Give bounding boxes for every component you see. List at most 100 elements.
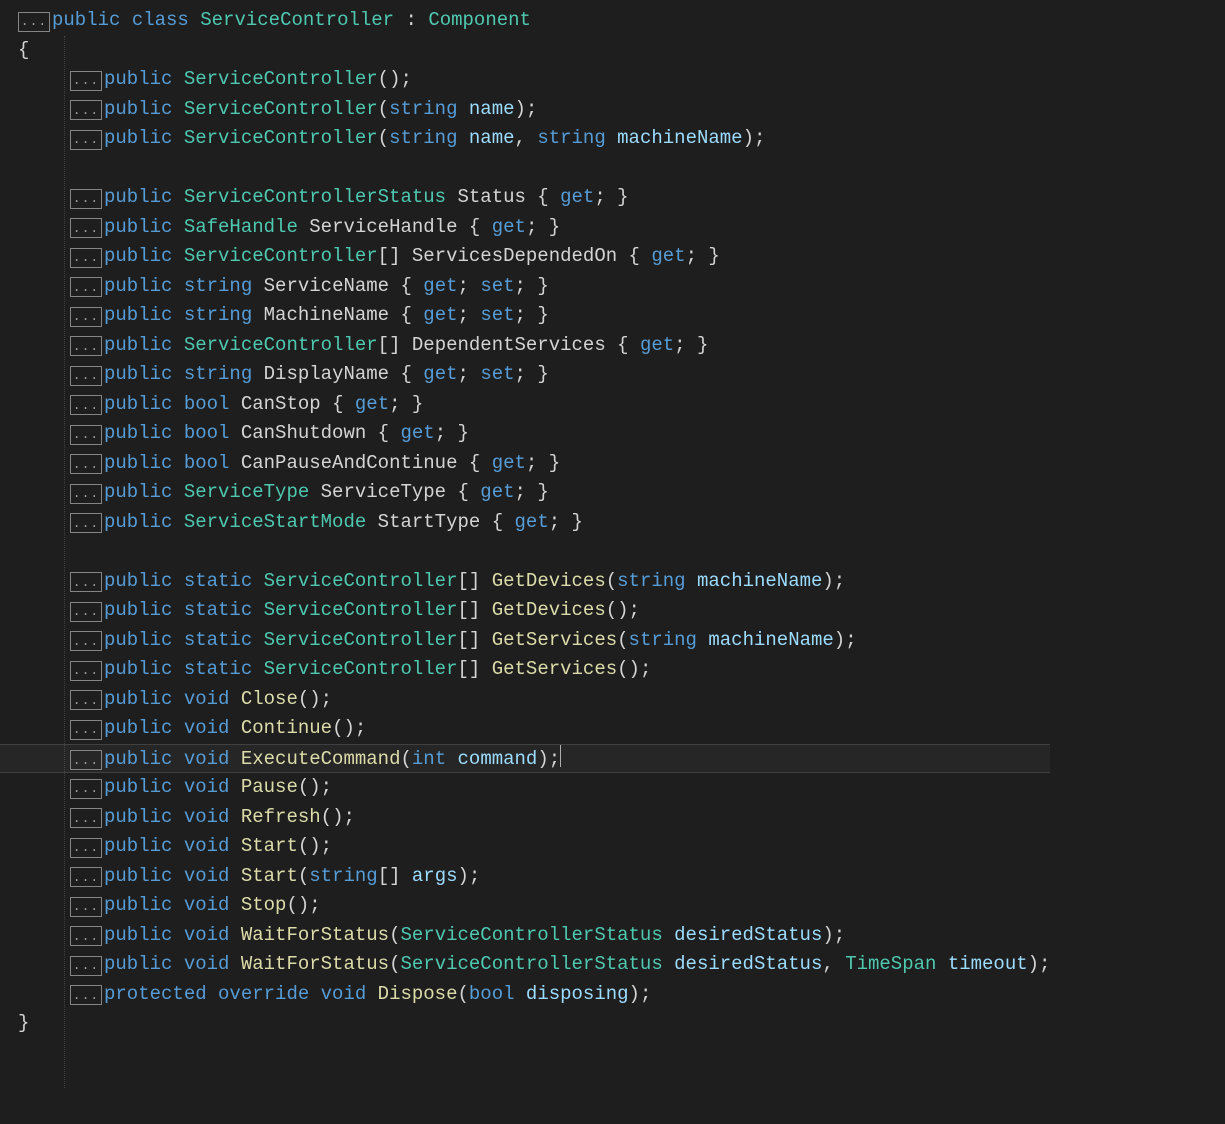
fold-toggle-icon[interactable]: ... xyxy=(70,307,102,327)
fold-toggle-icon[interactable]: ... xyxy=(70,985,102,1005)
code-line[interactable]: ...public void Stop(); xyxy=(0,891,1050,921)
code-line[interactable]: } xyxy=(0,1009,1050,1039)
code-text: public void WaitForStatus(ServiceControl… xyxy=(104,921,845,951)
code-line[interactable]: ...public static ServiceController[] Get… xyxy=(0,596,1050,626)
code-line[interactable]: ...public ServiceController[] ServicesDe… xyxy=(0,242,1050,272)
fold-toggle-icon[interactable]: ... xyxy=(70,395,102,415)
fold-toggle-icon[interactable]: ... xyxy=(70,130,102,150)
fold-toggle-icon[interactable]: ... xyxy=(70,248,102,268)
code-line[interactable]: { xyxy=(0,36,1050,66)
code-text: public static ServiceController[] GetSer… xyxy=(104,626,857,656)
code-text: public void Pause(); xyxy=(104,773,332,803)
brace: { xyxy=(18,36,29,66)
code-text: public bool CanPauseAndContinue { get; } xyxy=(104,449,560,479)
code-text: public void Start(string[] args); xyxy=(104,862,480,892)
fold-toggle-icon[interactable]: ... xyxy=(70,867,102,887)
fold-toggle-icon[interactable]: ... xyxy=(70,631,102,651)
fold-toggle-icon[interactable]: ... xyxy=(70,572,102,592)
fold-toggle-icon[interactable]: ... xyxy=(70,277,102,297)
fold-toggle-icon[interactable]: ... xyxy=(70,218,102,238)
fold-toggle-icon[interactable]: ... xyxy=(70,100,102,120)
code-text: public ServiceType ServiceType { get; } xyxy=(104,478,549,508)
code-line[interactable]: ...public void WaitForStatus(ServiceCont… xyxy=(0,921,1050,951)
fold-toggle-icon[interactable]: ... xyxy=(18,12,50,32)
code-text: public string MachineName { get; set; } xyxy=(104,301,549,331)
code-line[interactable]: ...public ServiceType ServiceType { get;… xyxy=(0,478,1050,508)
code-text: protected override void Dispose(bool dis… xyxy=(104,980,651,1010)
fold-toggle-icon[interactable]: ... xyxy=(70,661,102,681)
code-text: public string ServiceName { get; set; } xyxy=(104,272,549,302)
fold-toggle-icon[interactable]: ... xyxy=(70,189,102,209)
code-line[interactable]: ...public void Close(); xyxy=(0,685,1050,715)
fold-toggle-icon[interactable]: ... xyxy=(70,956,102,976)
code-line[interactable]: ...public SafeHandle ServiceHandle { get… xyxy=(0,213,1050,243)
code-line[interactable]: ...public void Start(string[] args); xyxy=(0,862,1050,892)
fold-toggle-icon[interactable]: ... xyxy=(70,690,102,710)
code-text: public SafeHandle ServiceHandle { get; } xyxy=(104,213,560,243)
fold-toggle-icon[interactable]: ... xyxy=(70,602,102,622)
code-line[interactable]: ...public bool CanStop { get; } xyxy=(0,390,1050,420)
code-text: public ServiceController[] ServicesDepen… xyxy=(104,242,720,272)
code-line[interactable] xyxy=(0,154,1050,184)
fold-toggle-icon[interactable]: ... xyxy=(70,750,102,770)
code-line[interactable]: ...public string DisplayName { get; set;… xyxy=(0,360,1050,390)
code-line[interactable]: ...public static ServiceController[] Get… xyxy=(0,567,1050,597)
code-line[interactable]: ...public static ServiceController[] Get… xyxy=(0,655,1050,685)
code-text: public ServiceStartMode StartType { get;… xyxy=(104,508,583,538)
code-line[interactable]: ...public void ExecuteCommand(int comman… xyxy=(0,744,1050,774)
code-editor[interactable]: ...public class ServiceController : Comp… xyxy=(0,0,1225,1124)
code-line[interactable]: ...public ServiceController(); xyxy=(0,65,1050,95)
code-text: public ServiceController(); xyxy=(104,65,412,95)
code-text: public class ServiceController : Compone… xyxy=(52,6,531,36)
code-text: public bool CanStop { get; } xyxy=(104,390,423,420)
brace: } xyxy=(18,1009,29,1039)
code-text: public void Close(); xyxy=(104,685,332,715)
text-caret xyxy=(560,745,561,767)
code-text: public static ServiceController[] GetSer… xyxy=(104,655,651,685)
code-line[interactable]: ...public bool CanShutdown { get; } xyxy=(0,419,1050,449)
fold-toggle-icon[interactable]: ... xyxy=(70,808,102,828)
code-line[interactable]: ...public bool CanPauseAndContinue { get… xyxy=(0,449,1050,479)
fold-toggle-icon[interactable]: ... xyxy=(70,513,102,533)
code-text: public void ExecuteCommand(int command); xyxy=(104,745,561,775)
code-line[interactable]: ...public void Refresh(); xyxy=(0,803,1050,833)
fold-toggle-icon[interactable]: ... xyxy=(70,484,102,504)
fold-toggle-icon[interactable]: ... xyxy=(70,720,102,740)
code-line[interactable]: ...protected override void Dispose(bool … xyxy=(0,980,1050,1010)
code-line[interactable]: ...public void Start(); xyxy=(0,832,1050,862)
fold-toggle-icon[interactable]: ... xyxy=(70,336,102,356)
code-text: public ServiceController(string name); xyxy=(104,95,537,125)
code-line[interactable]: ...public static ServiceController[] Get… xyxy=(0,626,1050,656)
code-text: public void Stop(); xyxy=(104,891,321,921)
fold-toggle-icon[interactable]: ... xyxy=(70,779,102,799)
fold-toggle-icon[interactable]: ... xyxy=(70,838,102,858)
fold-toggle-icon[interactable]: ... xyxy=(70,897,102,917)
code-text: public ServiceControllerStatus Status { … xyxy=(104,183,629,213)
code-line[interactable] xyxy=(0,537,1050,567)
code-line[interactable]: ...public void Pause(); xyxy=(0,773,1050,803)
code-line[interactable]: ...public void Continue(); xyxy=(0,714,1050,744)
code-text: public static ServiceController[] GetDev… xyxy=(104,567,845,597)
fold-toggle-icon[interactable]: ... xyxy=(70,454,102,474)
code-text: public static ServiceController[] GetDev… xyxy=(104,596,640,626)
code-text: public string DisplayName { get; set; } xyxy=(104,360,549,390)
code-text: public ServiceController[] DependentServ… xyxy=(104,331,708,361)
code-line[interactable]: ...public string ServiceName { get; set;… xyxy=(0,272,1050,302)
code-line[interactable]: ...public ServiceStartMode StartType { g… xyxy=(0,508,1050,538)
code-line[interactable]: ...public ServiceController[] DependentS… xyxy=(0,331,1050,361)
fold-toggle-icon[interactable]: ... xyxy=(70,926,102,946)
code-text: public void Continue(); xyxy=(104,714,366,744)
code-line[interactable]: ...public class ServiceController : Comp… xyxy=(0,6,1050,36)
fold-toggle-icon[interactable]: ... xyxy=(70,425,102,445)
code-line[interactable]: ...public ServiceControllerStatus Status… xyxy=(0,183,1050,213)
code-text: public ServiceController(string name, st… xyxy=(104,124,765,154)
code-line[interactable]: ...public void WaitForStatus(ServiceCont… xyxy=(0,950,1050,980)
code-block: ...public class ServiceController : Comp… xyxy=(0,6,1050,1039)
code-line[interactable]: ...public ServiceController(string name)… xyxy=(0,95,1050,125)
fold-toggle-icon[interactable]: ... xyxy=(70,71,102,91)
fold-toggle-icon[interactable]: ... xyxy=(70,366,102,386)
code-line[interactable]: ...public string MachineName { get; set;… xyxy=(0,301,1050,331)
code-text: public void Refresh(); xyxy=(104,803,355,833)
code-line[interactable]: ...public ServiceController(string name,… xyxy=(0,124,1050,154)
code-text: public bool CanShutdown { get; } xyxy=(104,419,469,449)
